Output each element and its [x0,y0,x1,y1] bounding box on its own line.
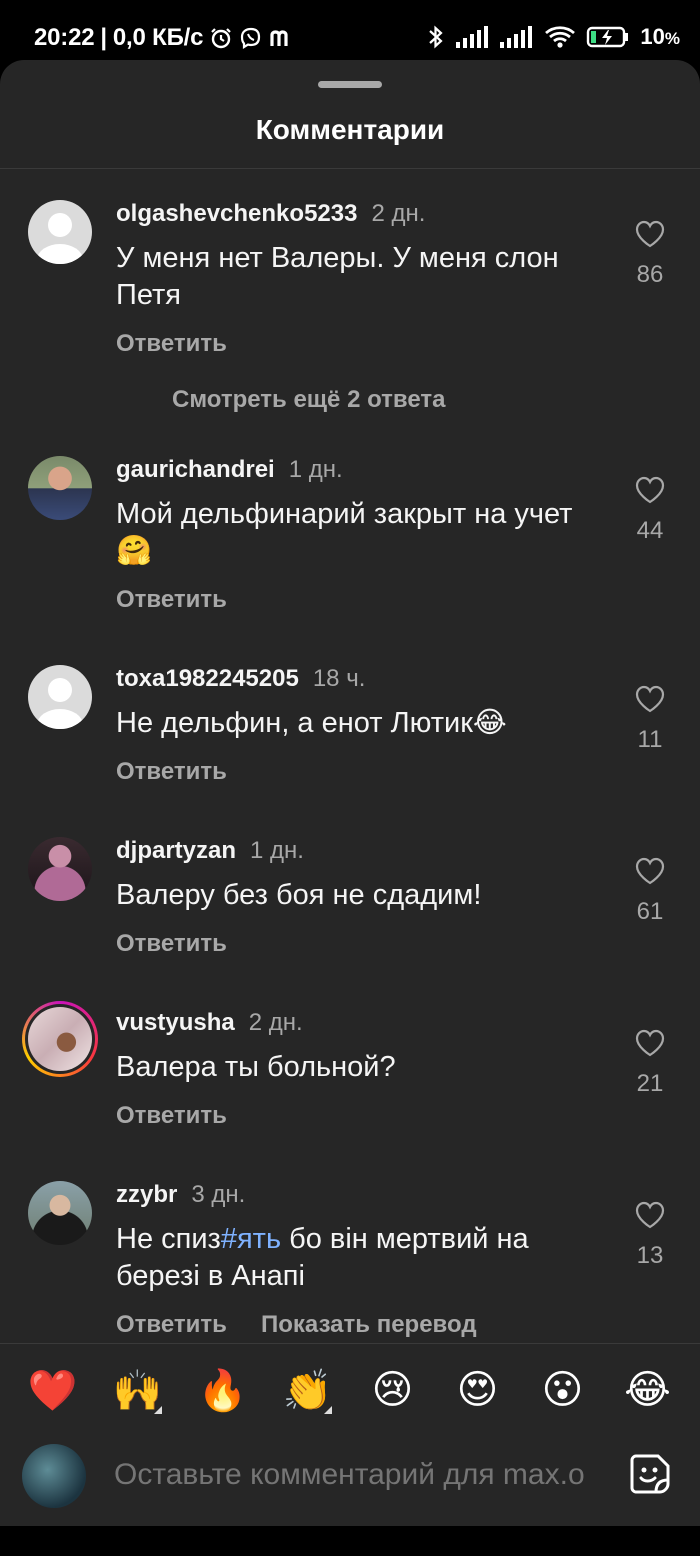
emoji-laughing-button[interactable]: 😂 [618,1360,678,1420]
status-speed: 0,0 КБ/с [112,24,204,51]
avatar-photo[interactable] [28,1181,92,1245]
comment-time: 1 дн. [250,837,304,864]
show-translation-button[interactable]: Показать перевод [261,1311,477,1339]
heart-icon [635,220,665,248]
signal-icon-2 [500,26,534,48]
like-count: 13 [636,1242,664,1269]
skin-tone-indicator [153,1406,162,1414]
skin-tone-indicator [323,1406,332,1414]
comment-time: 1 дн. [288,456,343,483]
like-button[interactable]: 11 [630,685,670,754]
reply-button[interactable]: Ответить [116,1311,227,1339]
emoji-fire-button[interactable]: 🔥 [193,1360,253,1420]
like-button[interactable]: 61 [630,857,670,926]
comment-header: gaurichandrei 1 дн. [116,456,343,484]
drag-handle[interactable] [318,81,382,88]
status-bar: 20:22 | 0,0 КБ/с 10% [0,0,700,62]
emoji-crying-button[interactable]: 😢 [363,1360,423,1420]
avatar-photo [28,1007,92,1071]
status-time: 20:22 [34,24,95,51]
comment-header: djpartyzan 1 дн. [116,837,304,865]
reply-button[interactable]: Ответить [116,758,227,786]
like-count: 11 [637,726,663,753]
battery-icon [586,25,630,49]
comment-text: Валера ты больной? [116,1051,396,1083]
like-count: 21 [636,1070,664,1097]
comment-time: 18 ч. [312,665,366,692]
comment-text-part: Не спиз [116,1223,221,1255]
emoji-heart-button[interactable]: ❤️ [23,1360,83,1420]
comment-username[interactable]: djpartyzan [116,837,236,864]
bluetooth-icon [426,24,446,50]
messenger-m-icon [269,28,295,48]
sheet-title: Комментарии [255,114,445,145]
comment-header: zzybr 3 дн. [116,1181,245,1209]
comment-username[interactable]: olgashevchenko5233 [116,200,357,227]
signal-icon-1 [456,26,490,48]
comment-composer [0,1430,700,1526]
comment-input[interactable] [112,1450,612,1500]
like-count: 61 [636,898,664,925]
comments-sheet: Комментарии olgashevchenko5233 2 дн. У ме… [0,60,700,1526]
like-button[interactable]: 21 [630,1029,670,1098]
heart-icon [635,1201,665,1229]
header-divider [0,168,700,169]
heart-icon [635,476,665,504]
status-right: 10% [426,24,680,50]
like-button[interactable]: 86 [630,220,670,289]
emoji-clapping-button[interactable]: 👏 [278,1360,338,1420]
emoji-surprised-button[interactable]: 😮 [533,1360,593,1420]
comment-text: Не дельфин, а енот Лютик😂 [116,707,507,739]
comment-time: 2 дн. [248,1009,303,1036]
status-separator: | [100,24,107,51]
wifi-icon [544,25,576,49]
viber-icon [239,26,263,50]
emoji-heart-eyes-button[interactable]: 😍 [448,1360,508,1420]
reply-button[interactable]: Ответить [116,586,227,614]
reply-button[interactable]: Ответить [116,330,227,358]
comment-username[interactable]: vustyusha [116,1009,235,1036]
comment-username[interactable]: toxa1982245205 [116,665,299,692]
reply-button[interactable]: Ответить [116,1102,227,1130]
avatar-default[interactable] [28,665,92,729]
my-avatar[interactable] [22,1444,86,1508]
heart-icon [635,1029,665,1057]
reply-button[interactable]: Ответить [116,930,227,958]
comment-username[interactable]: gaurichandrei [116,456,275,483]
comment-username[interactable]: zzybr [116,1181,177,1208]
emoji-raised-hands-button[interactable]: 🙌 [108,1360,168,1420]
comment-header: toxa1982245205 18 ч. [116,665,365,693]
like-count: 44 [636,517,664,544]
like-count: 86 [636,261,664,288]
quick-emoji-bar: ❤️ 🙌 🔥 👏 😢 😍 😮 😂 [0,1360,700,1420]
avatar-photo[interactable] [28,456,92,520]
like-button[interactable]: 44 [630,476,670,545]
avatar-default[interactable] [28,200,92,264]
story-ring[interactable] [22,1001,98,1077]
comment-time: 2 дн. [371,200,426,227]
status-left: 20:22 | 0,0 КБ/с [34,24,295,52]
system-nav-bar [0,1526,700,1556]
comment-time: 3 дн. [191,1181,246,1208]
comment-text: У меня нет Валеры. У меня слон Петя [116,242,559,311]
battery-percent: 10% [640,24,680,49]
like-button[interactable]: 13 [630,1201,670,1270]
comment-text: Валеру без боя не сдадим! [116,879,482,911]
alarm-icon [209,26,233,50]
comment-header: olgashevchenko5233 2 дн. [116,200,425,228]
comment-text: Мой дельфинарий закрыт на учет 🤗 [116,498,573,567]
emoji-bar-divider [0,1343,700,1344]
heart-icon [635,857,665,885]
sticker-icon[interactable] [628,1452,672,1496]
view-more-replies-button[interactable]: Смотреть ещё 2 ответа [172,386,445,414]
hashtag-link[interactable]: #ять [221,1223,281,1255]
avatar-photo[interactable] [28,837,92,901]
heart-icon [635,685,665,713]
comment-text: Не спиз#ять бо він мертвий на березі в А… [116,1221,606,1295]
comment-header: vustyusha 2 дн. [116,1009,303,1037]
